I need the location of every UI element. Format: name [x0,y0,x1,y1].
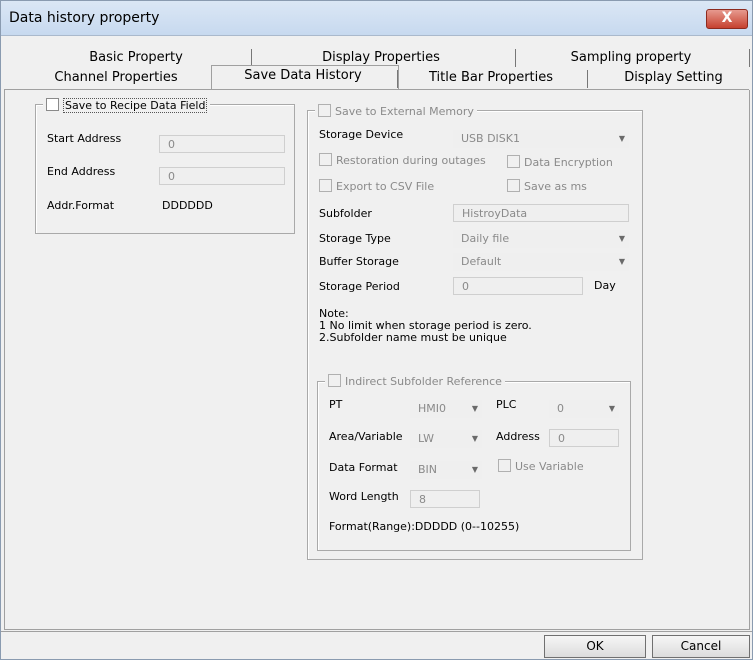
plc-select[interactable]: 0 ▼ [549,400,619,418]
save-ms-option: Save as ms [507,179,587,193]
addr-format-label: Addr.Format [47,199,115,212]
encryption-label: Data Encryption [524,156,613,169]
storage-device-select[interactable]: USB DISK1 ▼ [453,130,629,148]
buffer-storage-value: Default [461,255,502,268]
restoration-checkbox[interactable] [319,153,332,166]
plc-value: 0 [557,402,564,415]
export-csv-option: Export to CSV File [319,179,434,193]
storage-period-field[interactable]: 0 [453,277,583,295]
start-address-label: Start Address [47,132,122,145]
save-external-checkbox[interactable] [318,104,331,117]
save-external-label: Save to External Memory [335,105,474,118]
external-legend: Save to External Memory [315,104,477,118]
storage-type-value: Daily file [461,232,510,245]
tab-separator [515,49,516,67]
area-variable-value: LW [418,432,434,445]
storage-period-unit: Day [594,279,616,292]
tab-basic-property[interactable]: Basic Property [61,48,211,68]
chevron-down-icon: ▼ [608,404,615,413]
pt-select[interactable]: HMI0 ▼ [410,400,482,418]
storage-type-select[interactable]: Daily file ▼ [453,230,629,248]
address-field[interactable]: 0 [549,429,619,447]
area-variable-select[interactable]: LW ▼ [410,430,482,448]
chevron-down-icon: ▼ [618,234,625,243]
button-bar-divider [1,631,752,632]
save-recipe-checkbox[interactable] [46,98,59,111]
indirect-subfolder-label: Indirect Subfolder Reference [345,375,502,388]
word-length-field[interactable]: 8 [410,490,480,508]
buffer-storage-select[interactable]: Default ▼ [453,253,629,271]
tab-display-setting[interactable]: Display Setting [601,68,746,88]
storage-device-value: USB DISK1 [461,132,520,145]
chevron-down-icon: ▼ [471,465,478,474]
cancel-button[interactable]: Cancel [652,635,750,658]
export-csv-checkbox[interactable] [319,179,332,192]
title-bar: Data history property X [1,1,752,36]
encryption-checkbox[interactable] [507,155,520,168]
end-address-field[interactable]: 0 [159,167,285,185]
storage-type-label: Storage Type [319,232,391,245]
chevron-down-icon: ▼ [618,257,625,266]
end-address-label: End Address [47,165,116,178]
tab-separator [749,49,750,67]
dialog-window: Data history property X Basic Property D… [0,0,753,660]
indirect-legend: Indirect Subfolder Reference [325,374,505,388]
tab-title-bar-properties[interactable]: Title Bar Properties [406,68,576,88]
area-variable-label: Area/Variable [329,430,403,443]
use-variable-option: Use Variable [498,459,584,473]
buffer-storage-label: Buffer Storage [319,255,399,268]
close-button[interactable]: X [706,9,748,29]
word-length-label: Word Length [329,490,399,503]
restoration-option: Restoration during outages [319,153,486,167]
plc-label: PLC [496,398,517,411]
tab-channel-properties[interactable]: Channel Properties [31,68,201,88]
data-format-label: Data Format [329,461,398,474]
indirect-subfolder-checkbox[interactable] [328,374,341,387]
chevron-down-icon: ▼ [618,134,625,143]
format-range-label: Format(Range):DDDDD (0--10255) [329,520,520,533]
note-line-2: 2.Subfolder name must be unique [319,331,507,344]
chevron-down-icon: ▼ [471,434,478,443]
use-variable-label: Use Variable [515,460,584,473]
use-variable-checkbox[interactable] [498,459,511,472]
chevron-down-icon: ▼ [471,404,478,413]
data-format-value: BIN [418,463,438,476]
export-csv-label: Export to CSV File [336,180,435,193]
tab-separator [587,70,588,88]
storage-device-label: Storage Device [319,128,404,141]
subfolder-label: Subfolder [319,207,372,220]
addr-format-value: DDDDDD [162,199,213,212]
encryption-option: Data Encryption [507,155,613,169]
address-label: Address [496,430,540,443]
restoration-label: Restoration during outages [336,154,486,167]
data-format-select[interactable]: BIN ▼ [410,461,482,479]
save-ms-checkbox[interactable] [507,179,520,192]
start-address-field[interactable]: 0 [159,135,285,153]
tab-sampling-property[interactable]: Sampling property [546,48,716,68]
storage-period-label: Storage Period [319,280,400,293]
tab-separator [397,70,398,88]
pt-value: HMI0 [418,402,447,415]
recipe-legend: Save to Recipe Data Field [43,98,211,113]
ok-button[interactable]: OK [544,635,646,658]
window-title: Data history property [9,10,160,26]
save-ms-label: Save as ms [524,180,587,193]
save-recipe-label: Save to Recipe Data Field [63,98,208,113]
subfolder-field[interactable]: HistroyData [453,204,629,222]
pt-label: PT [329,398,343,411]
tab-save-data-history[interactable]: Save Data History [215,66,391,86]
